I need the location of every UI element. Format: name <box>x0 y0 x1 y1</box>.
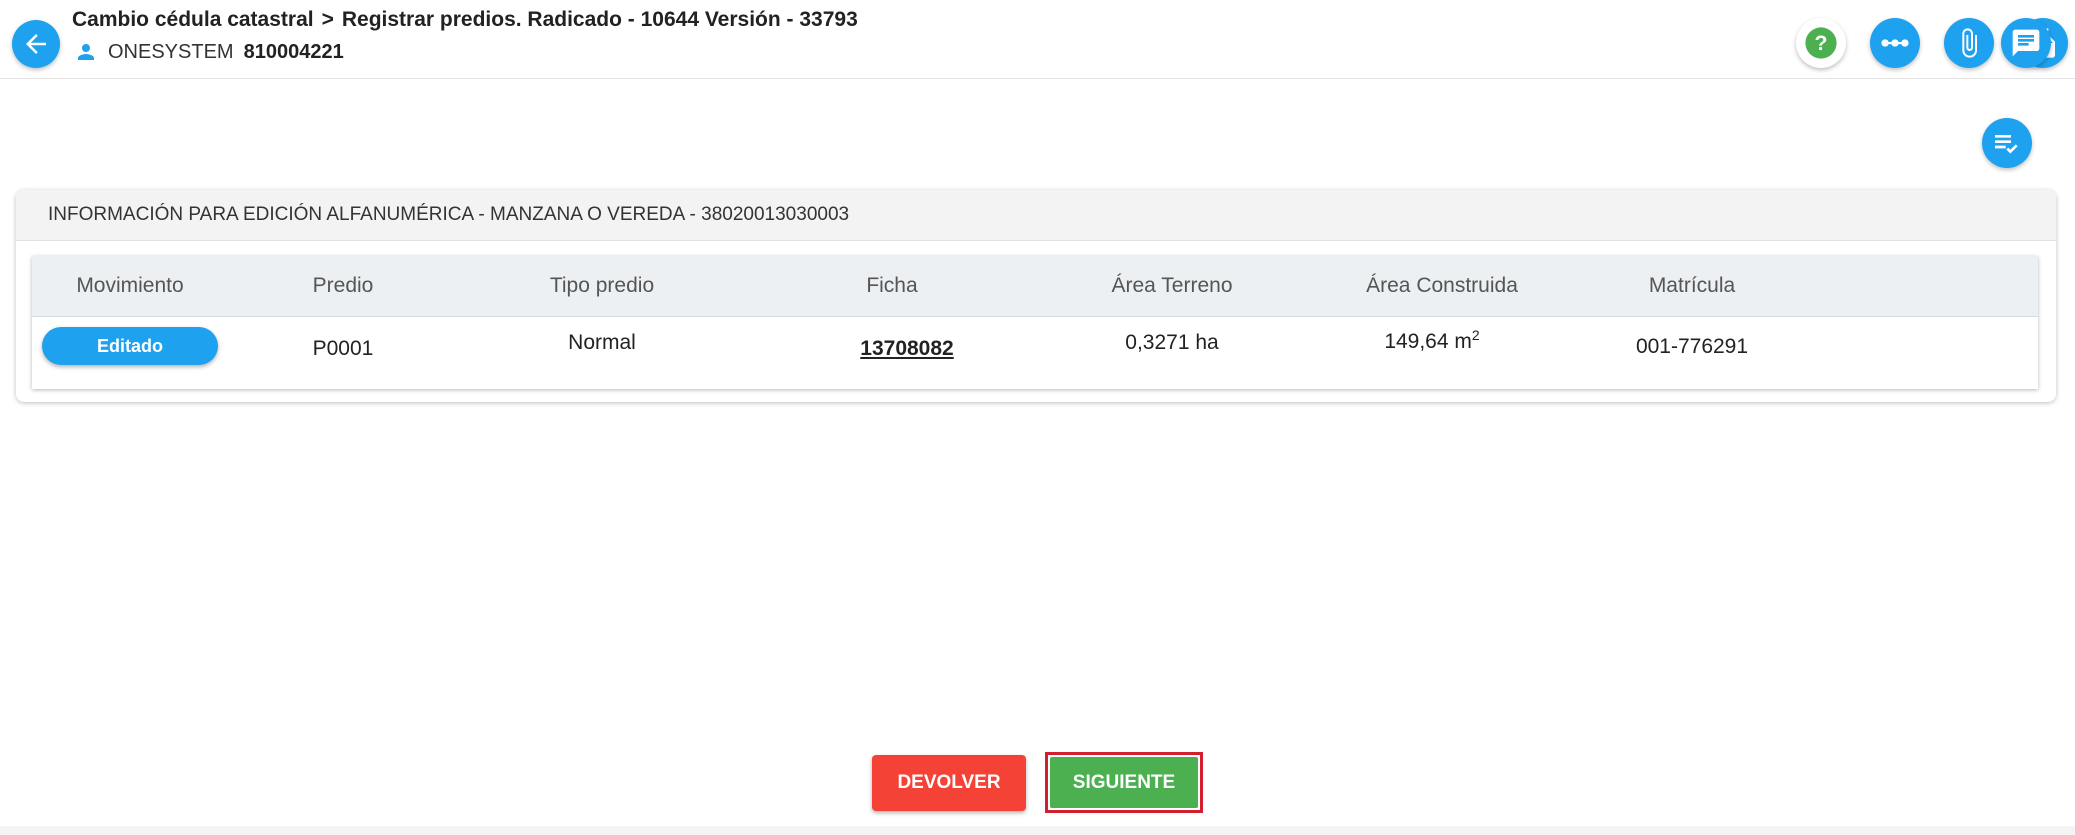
chevron-right-icon: > <box>321 8 334 31</box>
column-header-area-construida: Área Construida <box>1366 274 1518 297</box>
area-terreno-cell: 0,3271 ha <box>1125 331 1219 354</box>
predios-table: Movimiento Predio Tipo predio Ficha Área… <box>32 256 2038 389</box>
app-header: Cambio cédula catastral > Registrar predio… <box>0 0 2075 79</box>
siguiente-button[interactable]: SIGUIENTE <box>1050 757 1198 808</box>
comments-icon <box>2012 29 2040 57</box>
user-name: ONESYSTEM <box>108 40 234 63</box>
more-icon <box>1881 39 1909 47</box>
movimiento-badge[interactable]: Editado <box>42 327 218 365</box>
card-title: INFORMACIÓN PARA EDICIÓN ALFANUMÉRICA - … <box>16 190 2056 241</box>
checklist-button[interactable] <box>1982 118 2032 168</box>
playlist-check-icon <box>1995 135 2018 154</box>
column-header-area-terreno: Área Terreno <box>1111 274 1233 297</box>
breadcrumb-current: Registrar predios. Radicado - 10644 Vers… <box>341 8 858 31</box>
user-id: 810004221 <box>243 40 344 63</box>
svg-text:?: ? <box>1815 31 1828 55</box>
attachment-icon <box>1962 28 1977 58</box>
bottom-strip <box>0 826 2075 835</box>
column-header-movimiento: Movimiento <box>76 274 184 297</box>
info-card: INFORMACIÓN PARA EDICIÓN ALFANUMÉRICA - … <box>16 190 2056 402</box>
user-info: ONESYSTEM 810004221 <box>74 40 344 64</box>
matricula-cell: 001-776291 <box>1635 335 1749 358</box>
breadcrumb-root[interactable]: Cambio cédula catastral <box>72 8 314 31</box>
attachment-button[interactable] <box>1944 18 1994 68</box>
area-construida-unit-exponent: 2 <box>1471 327 1480 343</box>
back-button[interactable] <box>12 20 60 68</box>
user-icon <box>78 44 94 60</box>
breadcrumb: Cambio cédula catastral > Registrar predio… <box>72 8 858 32</box>
area-construida-cell: 149,64 m2 <box>1332 327 1532 354</box>
comments-button[interactable] <box>2001 18 2051 68</box>
arrow-left-icon <box>26 34 46 54</box>
predio-cell: P0001 <box>312 337 374 360</box>
column-header-predio: Predio <box>312 274 374 297</box>
table-row: Editado P0001 Normal 13708082 0,3271 ha … <box>32 317 2038 389</box>
column-header-tipo-predio: Tipo predio <box>549 274 655 297</box>
help-button[interactable]: ? <box>1796 18 1846 68</box>
column-header-ficha: Ficha <box>866 274 918 297</box>
more-button[interactable] <box>1870 18 1920 68</box>
column-header-matricula: Matrícula <box>1648 274 1736 297</box>
devolver-button[interactable]: DEVOLVER <box>872 755 1026 811</box>
help-icon: ? <box>1805 27 1837 59</box>
table-header: Movimiento Predio Tipo predio Ficha Área… <box>32 256 2038 317</box>
tipo-predio-cell: Normal <box>568 331 636 354</box>
area-construida-value: 149,64 m <box>1384 330 1472 353</box>
ficha-link[interactable]: 13708082 <box>860 337 953 360</box>
